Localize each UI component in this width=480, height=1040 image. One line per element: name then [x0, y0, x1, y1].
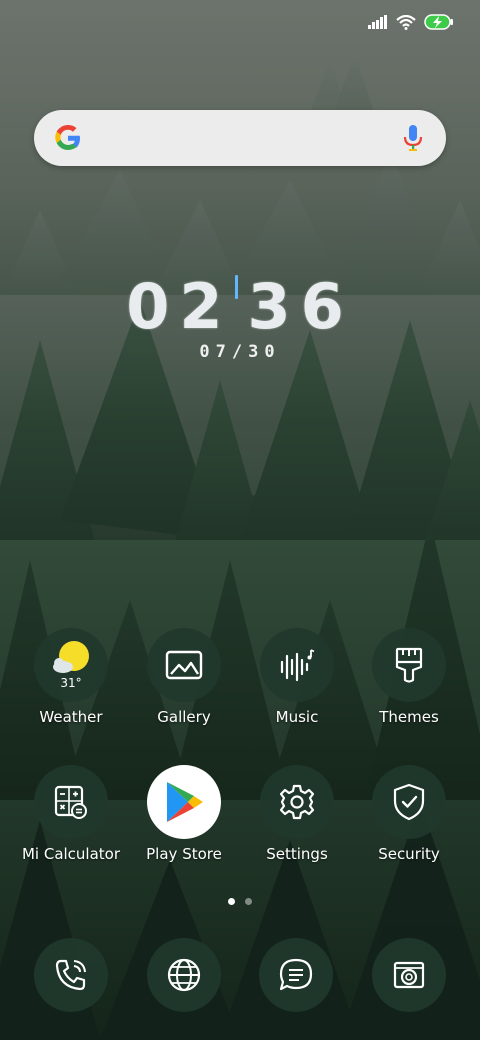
camera-icon [393, 961, 425, 989]
calculator-icon [34, 765, 108, 839]
browser-globe-icon [167, 958, 201, 992]
battery-charging-icon [424, 14, 453, 30]
app-label: Weather [39, 708, 103, 726]
clock-hours: 02 [126, 270, 233, 343]
wifi-icon [396, 14, 416, 30]
app-label: Settings [266, 845, 328, 863]
messages-icon [279, 958, 313, 991]
app-gallery[interactable]: Gallery [129, 628, 239, 726]
page-dot-active[interactable] [228, 898, 235, 905]
play-store-icon [147, 765, 221, 839]
app-label: Mi Calculator [21, 845, 121, 863]
app-label: Security [378, 845, 440, 863]
app-label: Themes [379, 708, 439, 726]
status-bar [368, 8, 454, 36]
date-label: 07/30 [199, 342, 281, 362]
google-logo-icon [55, 125, 80, 150]
home-screen: 02 36 07/30 31° Weather Gallery Music Th… [0, 0, 480, 1040]
app-themes[interactable]: Themes [354, 628, 464, 726]
app-label: Play Store [146, 845, 222, 863]
microphone-icon[interactable] [402, 124, 424, 152]
music-icon [260, 628, 334, 702]
page-indicator[interactable] [0, 898, 480, 905]
app-label: Gallery [157, 708, 211, 726]
app-play-store[interactable]: Play Store [129, 765, 239, 863]
settings-gear-icon [260, 765, 334, 839]
app-weather[interactable]: 31° Weather [16, 628, 126, 726]
weather-icon: 31° [34, 628, 108, 702]
security-shield-icon [372, 765, 446, 839]
weather-temperature: 31° [60, 676, 82, 690]
app-mi-calculator[interactable]: Mi Calculator [16, 765, 126, 863]
dock-messages[interactable] [259, 938, 333, 1012]
themes-brush-icon [372, 628, 446, 702]
google-search-bar[interactable] [34, 110, 446, 166]
signal-icon [368, 15, 387, 29]
page-dot[interactable] [245, 898, 252, 905]
app-settings[interactable]: Settings [242, 765, 352, 863]
app-music[interactable]: Music [242, 628, 352, 726]
clock-minutes: 36 [247, 270, 354, 343]
dock-browser[interactable] [147, 938, 221, 1012]
dock-camera[interactable] [372, 938, 446, 1012]
gallery-icon [147, 628, 221, 702]
clock-separator [234, 274, 238, 299]
clock-widget[interactable]: 02 36 [0, 270, 480, 343]
phone-icon [55, 959, 86, 991]
app-label: Music [275, 708, 319, 726]
dock-phone[interactable] [34, 938, 108, 1012]
app-security[interactable]: Security [354, 765, 464, 863]
